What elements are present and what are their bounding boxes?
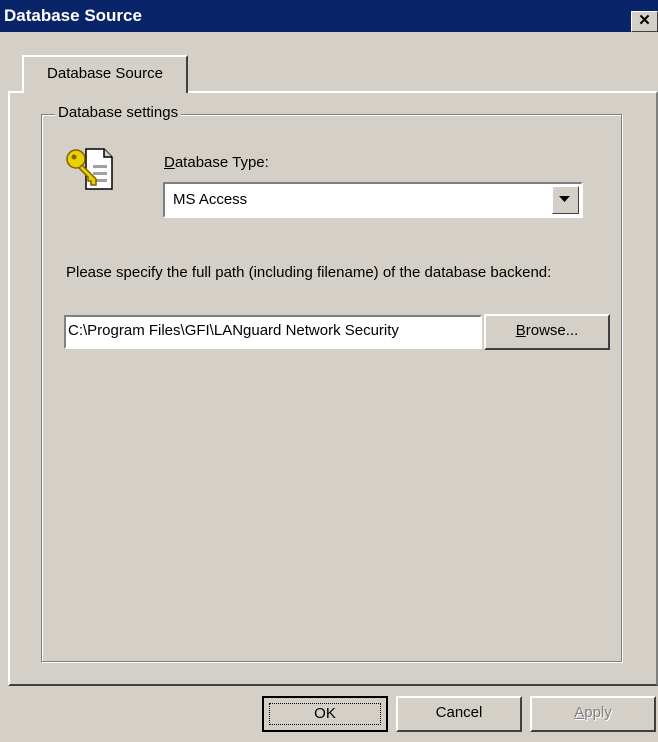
database-type-label: Database Type: — [164, 154, 269, 171]
dropdown-button[interactable] — [552, 186, 579, 214]
cancel-button[interactable]: Cancel — [396, 696, 522, 732]
ok-label: OK — [269, 703, 381, 725]
chevron-down-icon — [559, 196, 570, 202]
ok-button[interactable]: OK — [262, 696, 388, 732]
database-path-input[interactable]: C:\Program Files\GFI\LANguard Network Se… — [64, 315, 482, 349]
close-button[interactable]: ✕ — [631, 11, 658, 32]
title-bar[interactable]: Database Source ✕ — [0, 0, 658, 32]
path-description: Please specify the full path (including … — [66, 264, 552, 281]
apply-button[interactable]: Apply — [530, 696, 656, 732]
database-type-select[interactable]: MS Access — [163, 182, 583, 218]
key-database-icon — [66, 148, 113, 190]
group-legend: Database settings — [55, 104, 182, 121]
tab-database-source[interactable]: Database Source — [22, 55, 188, 93]
close-icon: ✕ — [638, 12, 651, 29]
browse-button[interactable]: Browse... — [484, 314, 610, 350]
database-type-value: MS Access — [173, 191, 248, 208]
window-title: Database Source — [4, 6, 142, 25]
dialog-window: Database Source ✕ Database Source Databa… — [0, 0, 658, 742]
